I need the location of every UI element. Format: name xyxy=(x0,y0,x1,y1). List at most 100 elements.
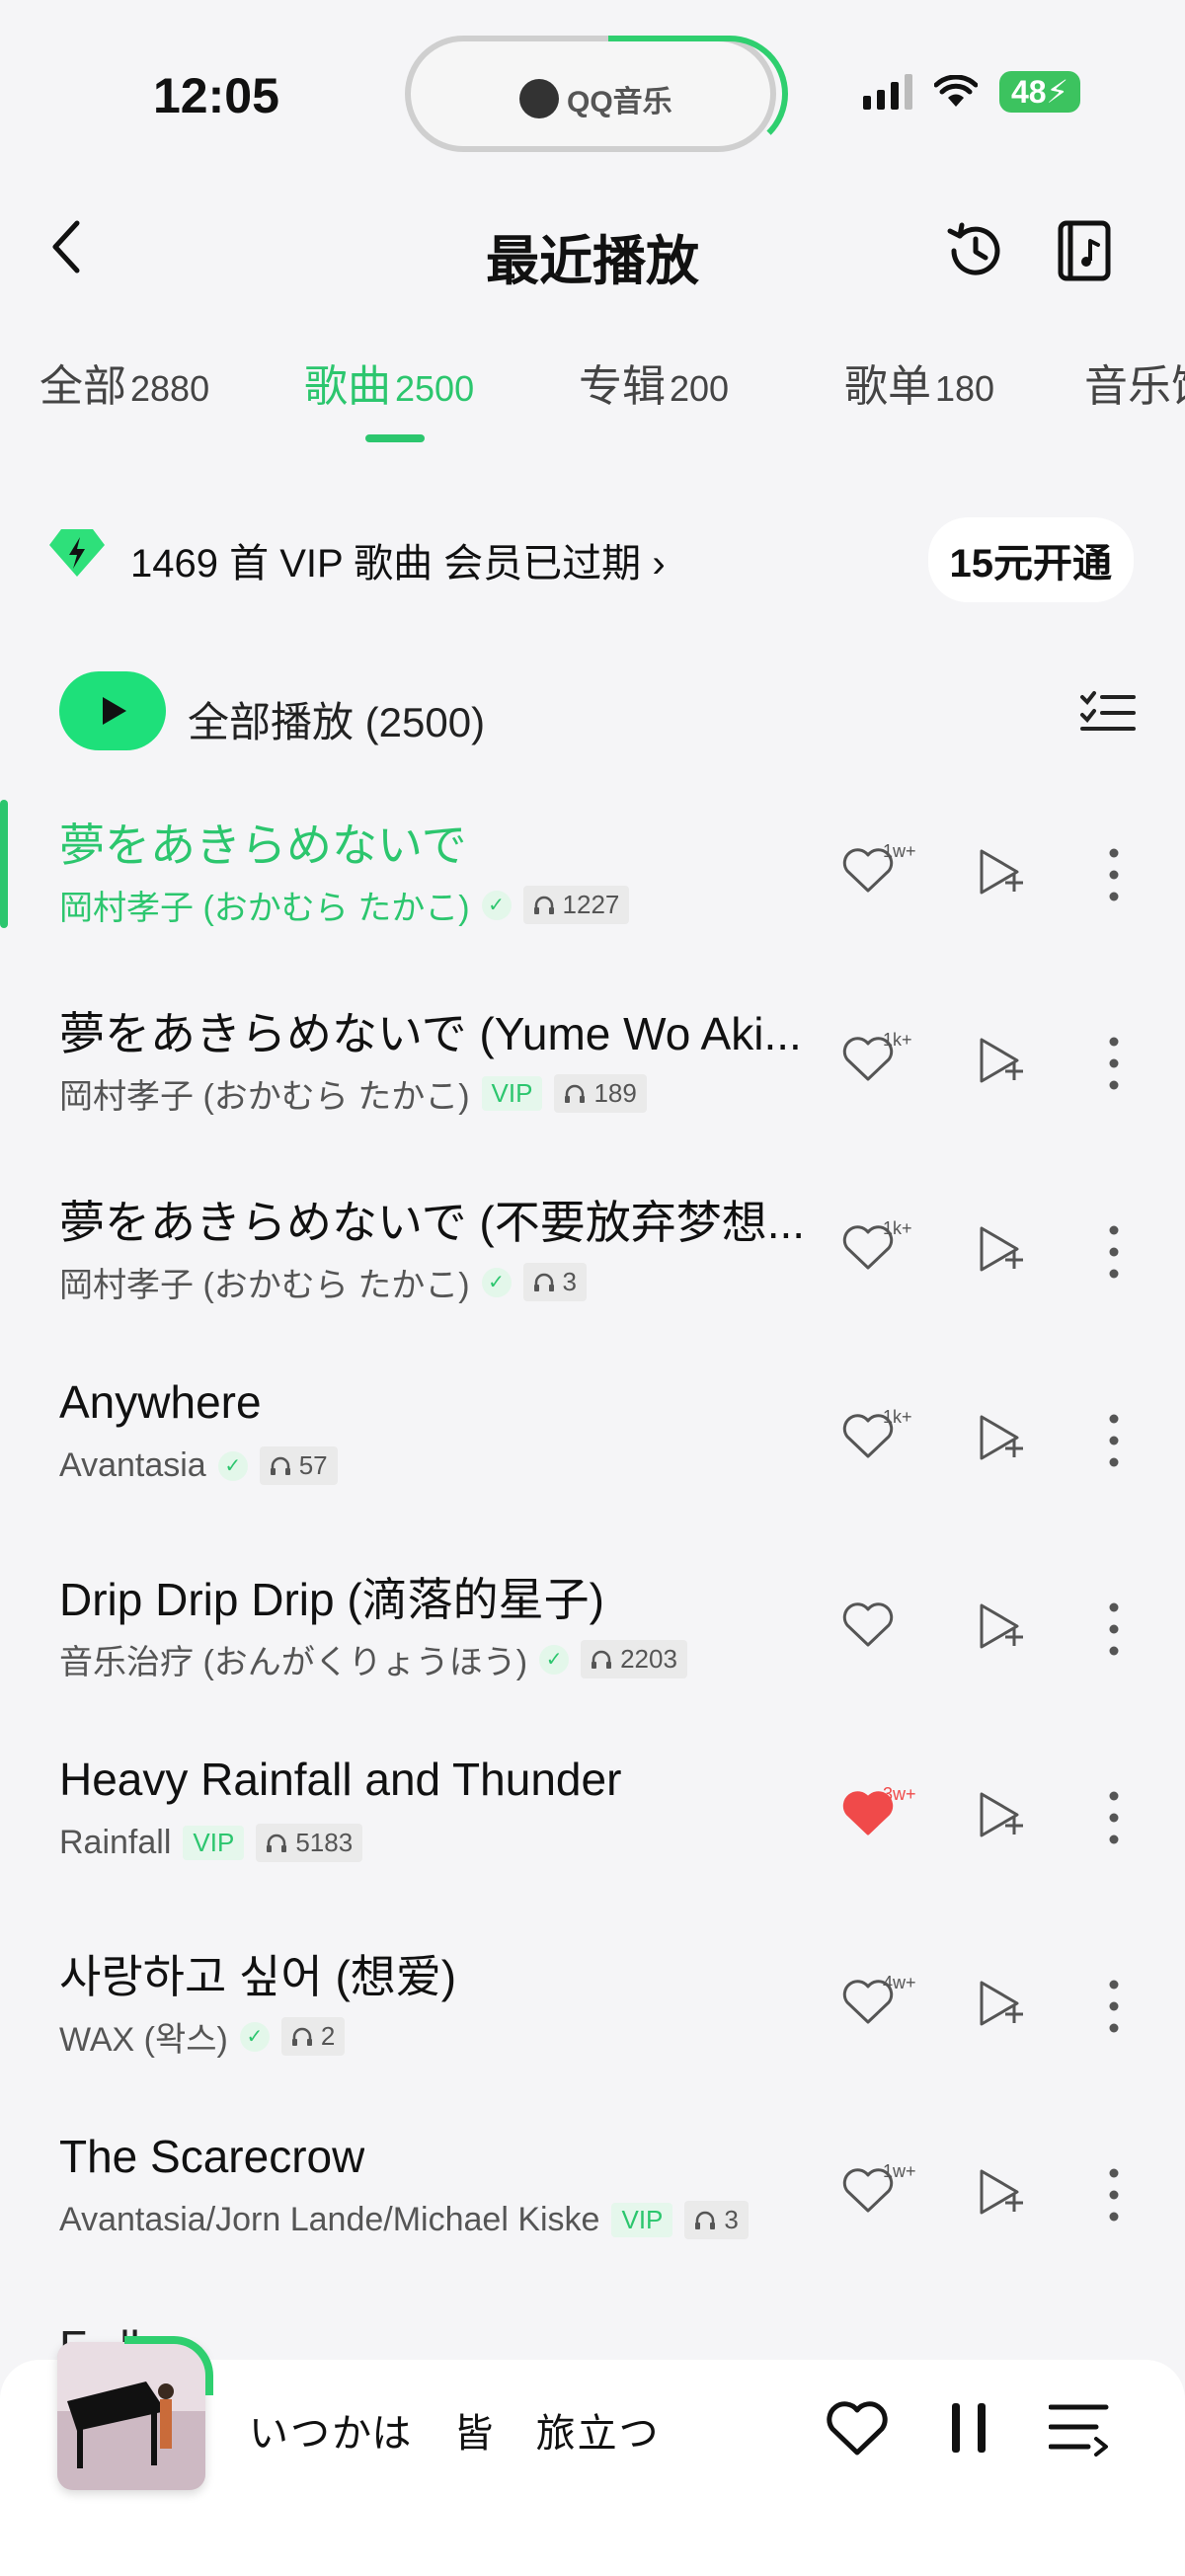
play-count: 2203 xyxy=(581,1640,687,1678)
vip-badge: VIP xyxy=(183,1826,245,1860)
like-button[interactable]: 4w+ xyxy=(841,1973,924,2036)
tab-count: 2880 xyxy=(130,368,210,409)
song-row[interactable]: The Scarecrow Avantasia/Jorn Lande/Micha… xyxy=(0,2110,1185,2298)
like-button[interactable]: 3w+ xyxy=(841,1784,924,1847)
island-app-name: QQ音乐 xyxy=(567,86,672,118)
status-time: 12:05 xyxy=(153,68,279,123)
verified-check-icon: ✓ xyxy=(217,1450,248,1481)
song-row[interactable]: 夢をあきらめないで (Yume Wo Aki... 岡村孝子 (おかむら たかこ… xyxy=(0,978,1185,1166)
like-button[interactable]: 1k+ xyxy=(841,1407,924,1470)
play-count: 2 xyxy=(280,2017,346,2056)
headphones-icon xyxy=(565,1084,586,1103)
more-options-icon[interactable] xyxy=(1104,1224,1124,1280)
song-meta: 岡村孝子 (おかむら たかこ) ✓ 1227 xyxy=(59,881,630,929)
battery-level: 48 xyxy=(1010,74,1047,110)
headphones-icon xyxy=(533,1273,554,1291)
song-artist: Rainfall xyxy=(59,1824,172,1861)
verified-check-icon: ✓ xyxy=(539,1644,570,1675)
play-count-value: 3 xyxy=(562,1267,578,1296)
song-title: Drip Drip Drip (滴落的星子) xyxy=(59,1574,604,1625)
play-count-value: 1227 xyxy=(562,890,620,919)
add-to-playlist-icon[interactable] xyxy=(976,2167,1025,2217)
add-to-playlist-icon[interactable] xyxy=(976,1036,1025,1085)
playlist-queue-icon[interactable] xyxy=(1049,2403,1110,2457)
add-to-playlist-icon[interactable] xyxy=(976,1601,1025,1651)
play-count-value: 3 xyxy=(724,2205,739,2234)
more-options-icon[interactable] xyxy=(1104,847,1124,902)
vip-badge: VIP xyxy=(481,1076,543,1111)
song-title: 夢をあきらめないで (不要放弃梦想... xyxy=(59,1197,806,1248)
like-count: 4w+ xyxy=(883,1973,916,1992)
song-title: Heavy Rainfall and Thunder xyxy=(59,1754,622,1805)
dynamic-island[interactable]: QQ音乐 xyxy=(405,36,788,152)
tab-playlists[interactable]: 歌单 180 xyxy=(844,351,994,414)
vip-open-button[interactable]: 15元开通 xyxy=(927,517,1134,602)
chevron-right-icon: › xyxy=(652,542,666,585)
headphones-icon xyxy=(592,1650,612,1669)
music-library-icon[interactable] xyxy=(1051,217,1118,284)
like-button[interactable]: 1k+ xyxy=(841,1218,924,1282)
play-count: 3 xyxy=(684,2201,749,2239)
wifi-icon xyxy=(933,75,978,107)
add-to-playlist-icon[interactable] xyxy=(976,1979,1025,2028)
more-options-icon[interactable] xyxy=(1104,1601,1124,1657)
like-count: 1k+ xyxy=(883,1218,912,1238)
now-playing-title: いつかは 皆 旅立つ xyxy=(249,2412,661,2456)
more-options-icon[interactable] xyxy=(1104,2167,1124,2223)
song-row[interactable]: Drip Drip Drip (滴落的星子) 音乐治疗 (おんがくりょうほう) … xyxy=(0,1544,1185,1732)
tab-label: 专辑 xyxy=(579,362,666,411)
song-title: 夢をあきらめないで xyxy=(59,820,467,871)
vip-text-label: 1469 首 VIP 歌曲 会员已过期 xyxy=(130,542,642,585)
play-count-value: 5183 xyxy=(295,1828,354,1857)
song-artist: 岡村孝子 (おかむら たかこ) xyxy=(59,890,470,927)
play-count-value: 57 xyxy=(298,1450,328,1480)
song-row[interactable]: Heavy Rainfall and Thunder Rainfall VIP … xyxy=(0,1733,1185,1920)
qq-music-icon xyxy=(519,79,559,118)
category-tabs: 全部2880 歌曲2500 专辑200 歌单180 音乐馆 xyxy=(0,351,1185,449)
add-to-playlist-icon[interactable] xyxy=(976,847,1025,897)
more-options-icon[interactable] xyxy=(1104,1413,1124,1468)
tab-music-hall[interactable]: 音乐馆 xyxy=(1084,351,1185,414)
song-meta: 音乐治疗 (おんがくりょうほう) ✓ 2203 xyxy=(59,1635,687,1683)
tab-count: 2500 xyxy=(395,368,475,409)
more-options-icon[interactable] xyxy=(1104,1790,1124,1845)
tab-all[interactable]: 全部 2880 xyxy=(40,351,209,414)
active-tab-indicator xyxy=(365,434,425,442)
tab-albums[interactable]: 专辑 200 xyxy=(579,351,729,414)
vip-expired-text: 1469 首 VIP 歌曲 会员已过期 › xyxy=(130,531,666,588)
vip-diamond-icon xyxy=(49,529,105,577)
play-count: 1227 xyxy=(522,886,630,924)
play-all-button[interactable] xyxy=(59,671,166,750)
add-to-playlist-icon[interactable] xyxy=(976,1224,1025,1274)
song-title: 사랑하고 싶어 (想爱) xyxy=(59,1951,457,2002)
song-row[interactable]: 사랑하고 싶어 (想爱) WAX (왁스) ✓ 2 4w+ xyxy=(0,1921,1185,2109)
more-options-icon[interactable] xyxy=(1104,1036,1124,1091)
song-artist: Avantasia/Jorn Lande/Michael Kiske xyxy=(59,2201,600,2238)
signal-icon xyxy=(862,74,912,110)
vip-banner[interactable]: 1469 首 VIP 歌曲 会员已过期 › 15元开通 xyxy=(47,513,1134,602)
like-count: 1k+ xyxy=(883,1407,912,1427)
headphones-icon xyxy=(291,2027,312,2046)
history-icon[interactable] xyxy=(942,217,1009,284)
more-options-icon[interactable] xyxy=(1104,1979,1124,2034)
verified-check-icon: ✓ xyxy=(481,890,512,920)
pause-icon[interactable] xyxy=(948,2399,991,2457)
like-button[interactable]: 1w+ xyxy=(841,841,924,904)
heart-icon[interactable] xyxy=(826,2399,889,2457)
add-to-playlist-icon[interactable] xyxy=(976,1413,1025,1462)
add-to-playlist-icon[interactable] xyxy=(976,1790,1025,1839)
tab-label: 音乐馆 xyxy=(1084,362,1185,411)
song-meta: Avantasia ✓ 57 xyxy=(59,1446,338,1485)
like-button[interactable]: 1k+ xyxy=(841,1030,924,1093)
song-row[interactable]: 夢をあきらめないで (不要放弃梦想... 岡村孝子 (おかむら たかこ) ✓ 3… xyxy=(0,1167,1185,1355)
song-artist: 岡村孝子 (おかむら たかこ) xyxy=(59,1078,470,1116)
tab-songs[interactable]: 歌曲 2500 xyxy=(304,351,474,414)
song-artist: Avantasia xyxy=(59,1446,206,1484)
like-button[interactable]: 1w+ xyxy=(841,2161,924,2225)
like-count: 1k+ xyxy=(883,1030,912,1050)
song-row[interactable]: 夢をあきらめないで 岡村孝子 (おかむら たかこ) ✓ 1227 1w+ xyxy=(0,790,1185,977)
song-title: Anywhere xyxy=(59,1376,262,1428)
song-row[interactable]: Anywhere Avantasia ✓ 57 1k+ xyxy=(0,1356,1185,1543)
like-button[interactable] xyxy=(841,1600,924,1659)
multi-select-icon[interactable] xyxy=(1080,689,1136,733)
